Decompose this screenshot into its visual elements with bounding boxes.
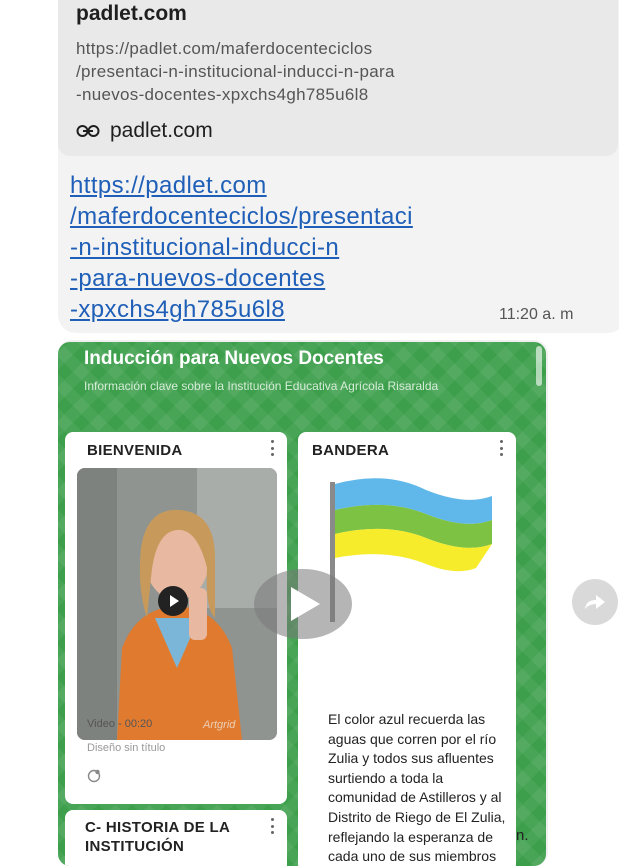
link-preview-title: padlet.com xyxy=(76,2,187,25)
video-play-button[interactable] xyxy=(158,586,188,616)
post-title: C- HISTORIA DE LA INSTITUCIÓN xyxy=(85,819,230,855)
post-title: BIENVENIDA xyxy=(87,442,183,459)
padlet-subtitle: Información clave sobre la Institución E… xyxy=(84,379,439,393)
more-vertical-icon[interactable] xyxy=(498,440,504,456)
padlet-screenshot[interactable]: Inducción para Nuevos Docentes Informaci… xyxy=(58,342,546,866)
link-preview-domain: padlet.com xyxy=(110,119,213,142)
link-preview-domain-row: padlet.com xyxy=(76,118,213,144)
video-duration: Video - 00:20 xyxy=(87,718,153,730)
post-body: El color azul recuerda las aguas que cor… xyxy=(328,711,506,865)
link-icon xyxy=(76,125,100,137)
forward-button[interactable] xyxy=(572,579,618,625)
play-icon xyxy=(291,587,320,621)
padlet-title: Inducción para Nuevos Docentes xyxy=(84,348,384,369)
message-link[interactable]: https://padlet.com /maferdocenteciclos/p… xyxy=(70,170,590,325)
forward-icon xyxy=(585,595,605,609)
scrollbar-thumb xyxy=(536,346,542,386)
more-vertical-icon[interactable] xyxy=(269,440,275,456)
message-timestamp: 11:20 a. m xyxy=(499,306,574,323)
link-preview-url: https://padlet.com/maferdocenteciclos /p… xyxy=(76,39,395,104)
more-vertical-icon[interactable] xyxy=(269,818,275,834)
svg-text:Artgrid: Artgrid xyxy=(202,719,236,731)
play-icon xyxy=(170,595,179,607)
post-bandera[interactable]: BANDERA El color azul recuerda las aguas… xyxy=(298,432,516,866)
play-button[interactable] xyxy=(254,569,352,639)
trailing-text: n. xyxy=(516,827,529,844)
comment-icon[interactable] xyxy=(87,769,101,783)
post-historia[interactable]: C- HISTORIA DE LA INSTITUCIÓN xyxy=(65,810,287,866)
video-caption: Diseño sin título xyxy=(87,742,166,754)
post-title: BANDERA xyxy=(312,442,390,459)
